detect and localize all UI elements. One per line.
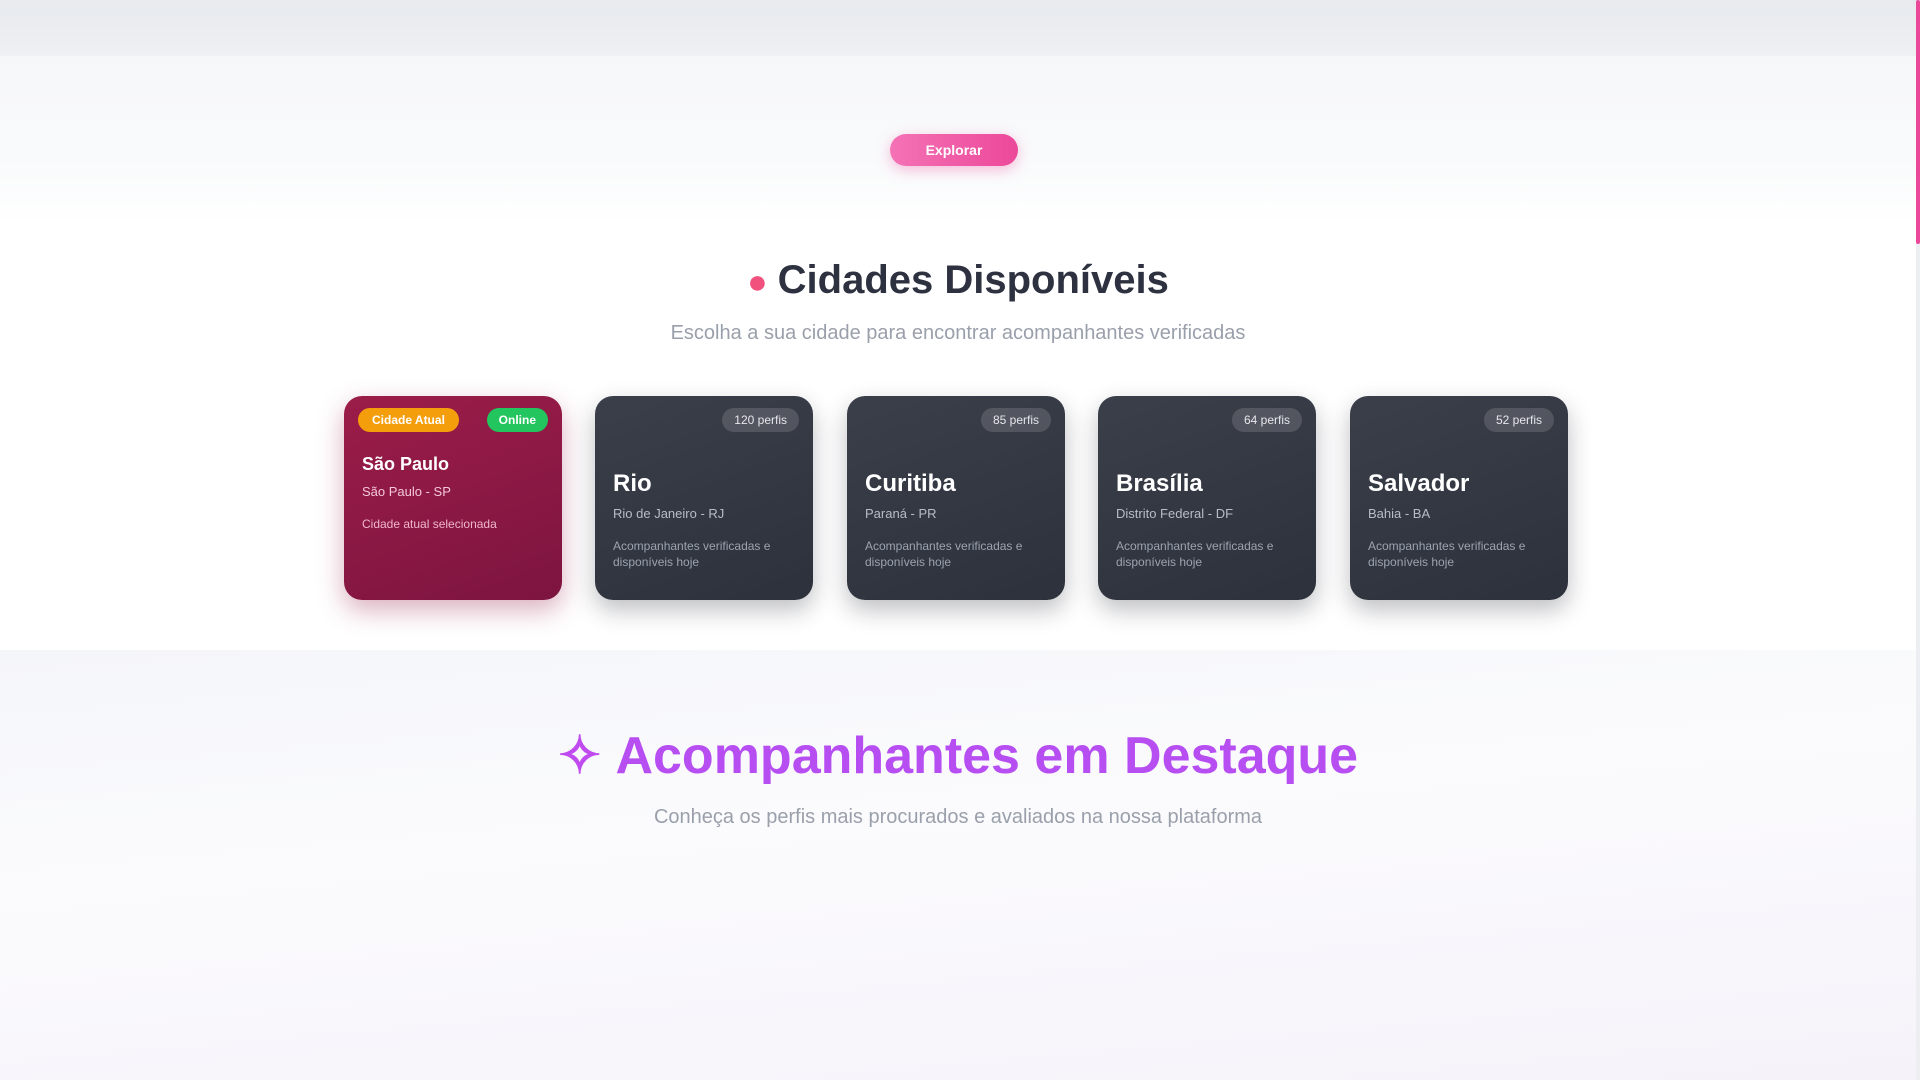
cities-section-subtitle: Escolha a sua cidade para encontrar acom… (670, 322, 1246, 344)
current-city-badge: Cidade Atual (358, 408, 459, 432)
scrollbar-thumb[interactable] (1916, 0, 1920, 244)
city-name: São Paulo (362, 454, 450, 474)
city-card-sao-paulo[interactable]: Cidade Atual Online São Paulo São Paulo … (344, 396, 562, 600)
city-state: Distrito Federal - DF (1116, 506, 1234, 521)
city-description: Acompanhantes verificadas e disponíveis … (1368, 539, 1526, 569)
city-description: Acompanhantes verificadas e disponíveis … (1116, 539, 1274, 569)
city-name: Brasília (1116, 470, 1203, 497)
featured-section (0, 650, 1916, 1080)
online-badge: Online (486, 408, 548, 432)
sparkle-icon: ✧ (557, 727, 602, 785)
hero-cta-button[interactable]: Explorar (890, 134, 1018, 166)
city-card-rio[interactable]: 120 perfis Rio Rio de Janeiro - RJ Acomp… (595, 396, 813, 600)
featured-section-title: ✧ Acompanhantes em Destaque (0, 726, 1916, 786)
map-pin-icon: ● (747, 263, 768, 301)
city-state: São Paulo - SP (362, 484, 451, 499)
profile-count-badge: 64 perfis (1231, 408, 1302, 432)
city-description: Cidade atual selecionada (362, 517, 497, 531)
top-bar (0, 0, 1916, 56)
profile-count-badge: 85 perfis (980, 408, 1051, 432)
city-description: Acompanhantes verificadas e disponíveis … (865, 539, 1023, 569)
cities-section-title: ● Cidades Disponíveis (0, 258, 1916, 303)
city-state: Bahia - BA (1368, 506, 1431, 521)
profile-count-badge: 120 perfis (722, 408, 799, 432)
featured-section-subtitle: Conheça os perfis mais procurados e aval… (653, 806, 1263, 828)
city-card-brasilia[interactable]: 64 perfis Brasília Distrito Federal - DF… (1098, 396, 1316, 600)
profile-count-badge: 52 perfis (1483, 408, 1554, 432)
city-description: Acompanhantes verificadas e disponíveis … (613, 539, 771, 569)
city-name: Curitiba (865, 470, 956, 497)
city-state: Rio de Janeiro - RJ (613, 506, 725, 521)
city-card-curitiba[interactable]: 85 perfis Curitiba Paraná - PR Acompanha… (847, 396, 1065, 600)
city-state: Paraná - PR (865, 506, 937, 521)
city-name: Salvador (1368, 470, 1470, 497)
city-name: Rio (613, 470, 652, 497)
cities-title-text: Cidades Disponíveis (777, 258, 1169, 302)
featured-title-text: Acompanhantes em Destaque (615, 727, 1359, 785)
city-card-salvador[interactable]: 52 perfis Salvador Bahia - BA Acompanhan… (1350, 396, 1568, 600)
